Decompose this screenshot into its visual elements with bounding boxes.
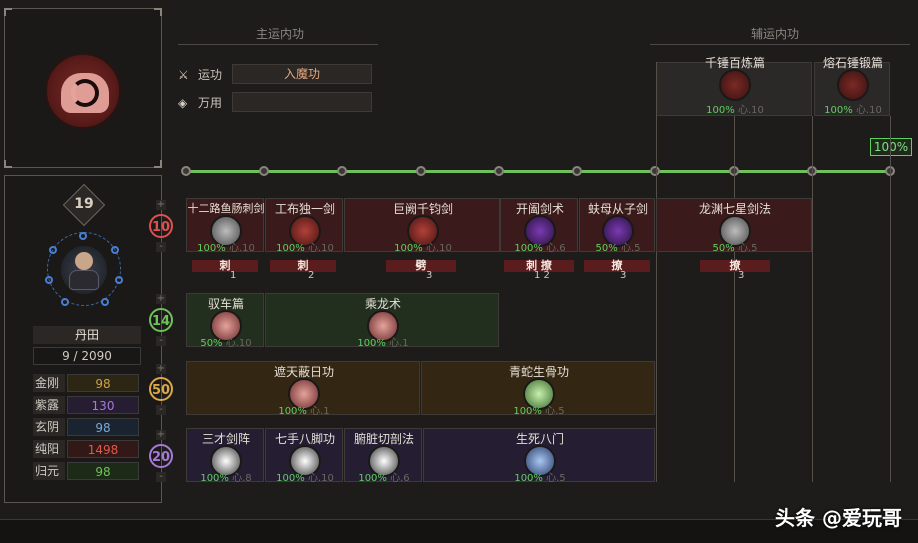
skill-tag: 撩 bbox=[700, 260, 770, 272]
skill-slot[interactable]: 工布独一剑 100% 心.10 bbox=[265, 198, 343, 254]
tier-up-button[interactable]: + bbox=[156, 294, 166, 304]
tier-down-button[interactable]: - bbox=[156, 472, 166, 482]
stat-xuanyin: 玄阴 98 bbox=[33, 418, 141, 436]
divider bbox=[178, 44, 378, 45]
meridian-node-icon bbox=[79, 232, 87, 240]
tier-up-button[interactable]: + bbox=[156, 430, 166, 440]
grid-line bbox=[734, 116, 735, 482]
technique-portrait-panel bbox=[4, 8, 162, 168]
meridian-node-icon bbox=[49, 246, 57, 254]
grid-line bbox=[812, 116, 813, 482]
rail-percent: 100% bbox=[870, 138, 912, 156]
tier-up-button[interactable]: + bbox=[156, 200, 166, 210]
tier-down-button[interactable]: - bbox=[156, 336, 166, 346]
tier-down-button[interactable]: - bbox=[156, 242, 166, 252]
skill-slot[interactable]: 遮天蔽日功 100% 心.1 bbox=[186, 361, 420, 417]
skill-slot[interactable]: 开阖剑术 100% 心.6 bbox=[500, 198, 578, 254]
meridian-node-icon bbox=[61, 298, 69, 306]
meridian-node-icon bbox=[115, 276, 123, 284]
skill-slot[interactable]: 驭车篇 50% 心.10 bbox=[186, 293, 264, 349]
skill-slot[interactable]: 腑脏切剖法 100% 心.6 bbox=[344, 428, 422, 484]
stat-jingang: 金刚 98 bbox=[33, 374, 141, 392]
diamond-cog-icon: ◈ bbox=[178, 96, 188, 110]
meridian-node-icon bbox=[101, 298, 109, 306]
progress-rail bbox=[186, 170, 892, 173]
dantian-label: 丹田 bbox=[33, 326, 141, 344]
rail-node[interactable] bbox=[259, 166, 269, 176]
avatar[interactable] bbox=[61, 246, 107, 294]
rail-node[interactable] bbox=[572, 166, 582, 176]
tier-14: 14 bbox=[149, 308, 173, 332]
rail-node[interactable] bbox=[650, 166, 660, 176]
meridian-node-icon bbox=[45, 276, 53, 284]
skill-slot[interactable]: 十二路鱼肠刺剑 100% 心.10 bbox=[186, 198, 265, 254]
grid-line bbox=[890, 116, 891, 482]
slot-yungong-value[interactable]: 入魔功 bbox=[232, 64, 372, 84]
skill-slot[interactable]: 乘龙术 100% 心.1 bbox=[265, 293, 499, 349]
skill-slot[interactable]: 青蛇生骨功 100% 心.5 bbox=[421, 361, 655, 417]
skill-slot[interactable]: 蚨母从子剑 50% 心.5 bbox=[579, 198, 655, 254]
tier-20: 20 bbox=[149, 444, 173, 468]
aux-technique-icon bbox=[719, 69, 751, 101]
grid-line bbox=[656, 62, 657, 482]
divider bbox=[650, 44, 910, 45]
tier-up-button[interactable]: + bbox=[156, 364, 166, 374]
skill-slot[interactable]: 龙渊七星剑法 50% 心.5 bbox=[656, 198, 812, 254]
meridian-node-icon bbox=[111, 246, 119, 254]
aux-internal-title: 辅运内功 bbox=[750, 27, 799, 41]
aux-slot-1[interactable]: 千锤百炼篇 100% 心.10 bbox=[656, 56, 812, 116]
skill-slot[interactable]: 七手八脚功 100% 心.10 bbox=[265, 428, 343, 484]
stat-zilu: 紫露 130 bbox=[33, 396, 141, 414]
dantian-value: 9 / 2090 bbox=[33, 347, 141, 365]
rail-node[interactable] bbox=[494, 166, 504, 176]
character-level: 19 bbox=[74, 196, 94, 212]
rail-node[interactable] bbox=[416, 166, 426, 176]
skill-slot[interactable]: 生死八门 100% 心.5 bbox=[423, 428, 655, 484]
crossed-swords-icon: ⚔ bbox=[178, 68, 189, 82]
swirl-icon bbox=[71, 79, 99, 107]
skill-slot[interactable]: 巨阙千钧剑 100% 心.10 bbox=[344, 198, 500, 254]
aux-technique-icon bbox=[837, 69, 869, 101]
skill-tag: 劈 bbox=[386, 260, 456, 272]
main-technique-icon[interactable] bbox=[45, 53, 121, 129]
stat-guiyuan: 归元 98 bbox=[33, 462, 141, 480]
watermark: 头条 @爱玩哥 bbox=[775, 506, 902, 530]
tier-50: 50 bbox=[149, 377, 173, 401]
character-panel: 19 丹田 9 / 2090 金刚 98 紫露 130 玄阴 98 纯阳 149… bbox=[4, 175, 162, 503]
tier-10: 10 bbox=[149, 214, 173, 238]
skill-tag: 刺 bbox=[192, 260, 258, 272]
skill-tag: 刺 bbox=[270, 260, 336, 272]
rail-node[interactable] bbox=[337, 166, 347, 176]
aux-slot-2[interactable]: 熔石锤锻篇 100% 心.10 bbox=[814, 56, 890, 116]
rail-node[interactable] bbox=[181, 166, 191, 176]
stat-chunyang: 纯阳 1498 bbox=[33, 440, 141, 458]
skill-slot[interactable]: 三才剑阵 100% 心.8 bbox=[186, 428, 264, 484]
main-internal-title: 主运内功 bbox=[255, 27, 304, 41]
tier-down-button[interactable]: - bbox=[156, 405, 166, 415]
skill-tag: 撩 bbox=[584, 260, 650, 272]
slot-wanyong-value[interactable] bbox=[232, 92, 372, 112]
